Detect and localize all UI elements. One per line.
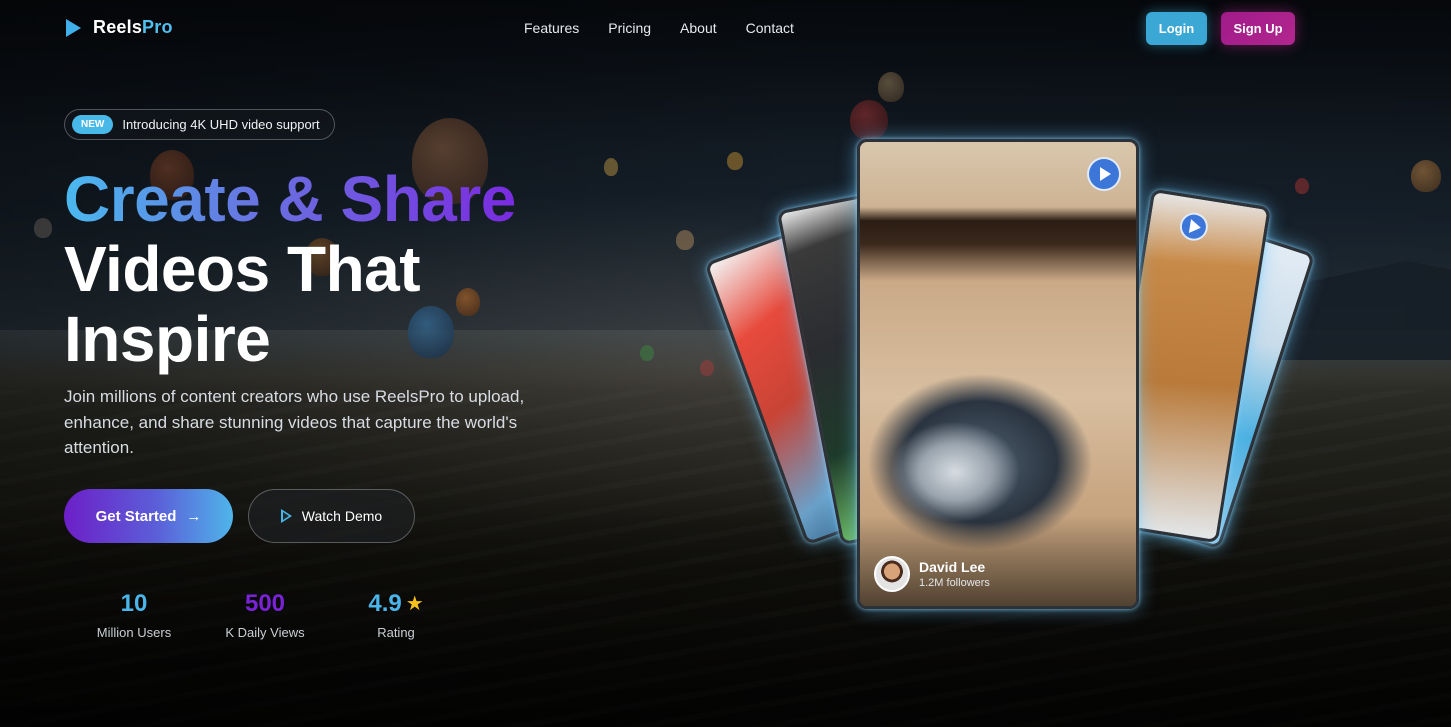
watch-demo-button[interactable]: Watch Demo xyxy=(248,489,415,543)
nav-link-contact[interactable]: Contact xyxy=(746,20,794,36)
headline-line-2: Videos That xyxy=(64,233,421,305)
stat-views: 500 K Daily Views xyxy=(204,590,326,640)
badge-text: Introducing 4K UHD video support xyxy=(122,117,320,132)
logo[interactable]: ReelsPro xyxy=(66,17,173,38)
stat-value: 10 xyxy=(120,590,148,617)
stat-label: K Daily Views xyxy=(225,625,305,640)
play-outline-icon xyxy=(280,509,292,523)
reel-author[interactable]: David Lee 1.2M followers xyxy=(874,556,990,592)
get-started-label: Get Started xyxy=(95,507,177,525)
stat-value: 500 xyxy=(244,590,286,617)
author-followers: 1.2M followers xyxy=(919,577,990,589)
play-logo-icon xyxy=(66,18,81,37)
play-icon[interactable] xyxy=(1177,210,1210,243)
stat-label: Rating xyxy=(377,625,415,640)
new-pill: NEW xyxy=(72,115,114,134)
logo-text: ReelsPro xyxy=(93,17,173,37)
avatar[interactable] xyxy=(874,556,910,592)
author-name: David Lee xyxy=(919,559,986,575)
play-icon[interactable] xyxy=(1087,157,1121,191)
star-icon: ★ xyxy=(405,593,424,615)
arrow-right-icon: → xyxy=(186,507,202,525)
nav-link-features[interactable]: Features xyxy=(524,20,579,36)
stats-row: 10 Million Users 500 K Daily Views 4.9 ★ … xyxy=(64,590,466,640)
hero-headline: Create & Share Videos That Inspire xyxy=(64,164,516,374)
nav-link-about[interactable]: About xyxy=(680,20,717,36)
stat-users: 10 Million Users xyxy=(64,590,204,640)
stat-value: 4.9 xyxy=(368,590,402,617)
nav-link-pricing[interactable]: Pricing xyxy=(608,20,651,36)
signup-button[interactable]: Sign Up xyxy=(1221,12,1295,45)
featured-reel-card[interactable]: David Lee 1.2M followers xyxy=(857,139,1139,609)
get-started-button[interactable]: Get Started → xyxy=(64,489,233,543)
hero-subtext: Join millions of content creators who us… xyxy=(64,387,525,457)
login-button[interactable]: Login xyxy=(1146,12,1207,45)
top-navbar: ReelsPro Features Pricing About Contact … xyxy=(0,0,1451,58)
stat-label: Million Users xyxy=(96,625,172,640)
headline-gradient-line: Create & Share xyxy=(64,163,516,235)
announcement-badge[interactable]: NEW Introducing 4K UHD video support xyxy=(64,109,335,140)
watch-demo-label: Watch Demo xyxy=(301,508,383,524)
headline-line-3: Inspire xyxy=(64,303,271,375)
stat-rating: 4.9 ★ Rating xyxy=(326,590,466,640)
nav-links: Features Pricing About Contact xyxy=(524,20,794,36)
